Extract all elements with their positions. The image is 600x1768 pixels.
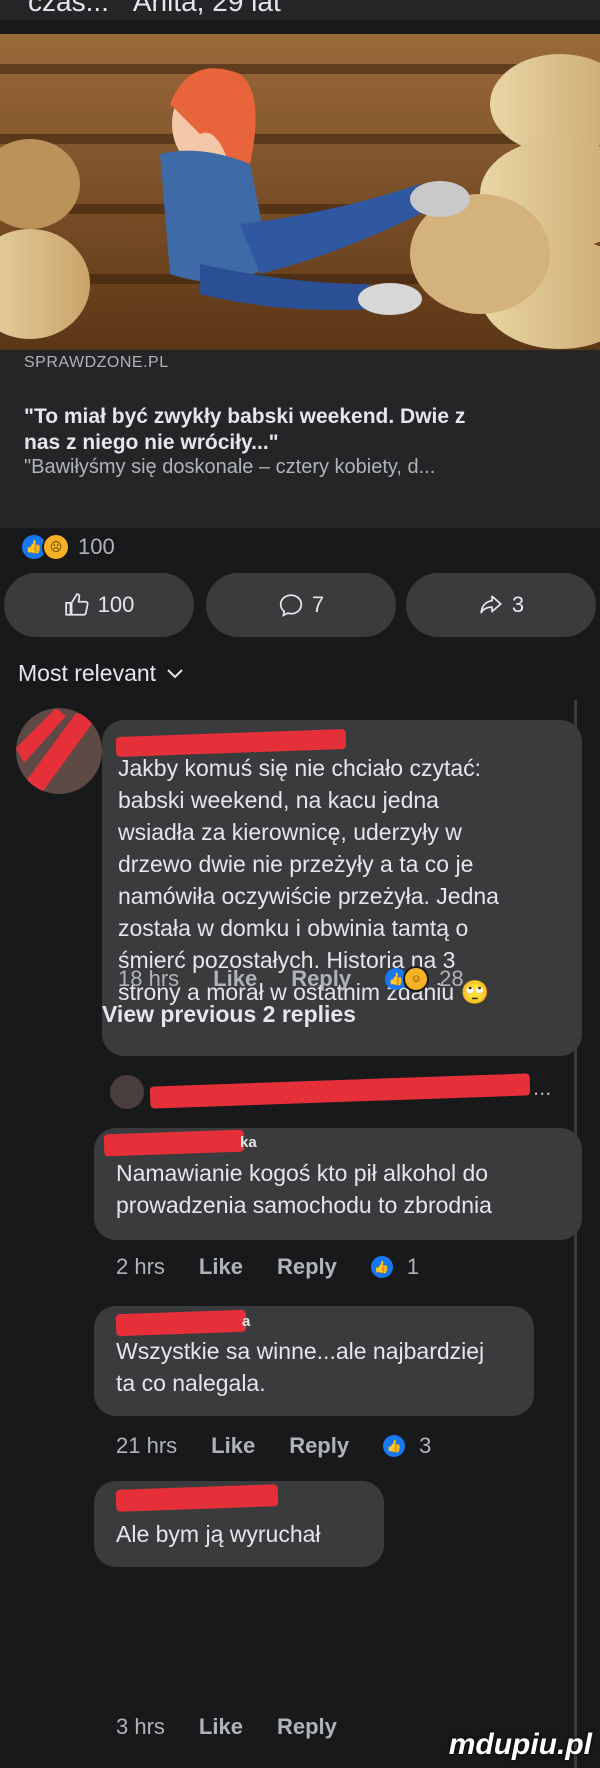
comment-line: namówiła oczywiście przeżyła. Jedna	[118, 883, 499, 909]
comment-like-link[interactable]: Like	[213, 966, 257, 992]
reply-body: Wszystkie sa winne...ale najbardziej ta …	[116, 1335, 484, 1399]
like-reaction-icon: 👍	[370, 1256, 393, 1278]
reply-like-link[interactable]: Like	[211, 1433, 255, 1459]
link-domain: SPRAWDZONE.PL	[24, 354, 169, 371]
reply-line: prowadzenia samochodu to zbrodnia	[116, 1192, 492, 1218]
reply-author-suffix: ka	[240, 1134, 257, 1151]
like-reaction-icon: 👍	[383, 1435, 406, 1457]
avatar[interactable]	[16, 708, 102, 794]
link-description: "Bawiłyśmy się doskonale – cztery kobiet…	[24, 456, 436, 478]
reply-like-link[interactable]: Like	[199, 1714, 243, 1740]
post-caption: czas... " Anita, 29 lat	[0, 0, 600, 20]
collapsed-reply-ellipsis: ...	[533, 1075, 552, 1100]
comment-meta: 18 hrs Like Reply 👍 ☺ 28	[118, 966, 464, 992]
sort-label: Most relevant	[18, 660, 157, 686]
reply-reply-link[interactable]: Reply	[277, 1254, 337, 1280]
reply-body: Namawianie kogoś kto pił alkohol do prow…	[116, 1157, 492, 1221]
reply-line: Ale bym ją wyruchał	[116, 1521, 321, 1547]
reply-meta: 2 hrs Like Reply 👍 1	[116, 1254, 419, 1280]
reply-time[interactable]: 3 hrs	[116, 1714, 165, 1740]
comment-button[interactable]: 7	[206, 573, 396, 637]
reply-reply-link[interactable]: Reply	[289, 1433, 349, 1459]
share-icon	[480, 595, 502, 614]
reply-line: Namawianie kogoś kto pił alkohol do	[116, 1160, 489, 1186]
comment-reaction-count[interactable]: 28	[439, 966, 463, 992]
comment-icon	[279, 594, 303, 617]
reply-body: Ale bym ją wyruchał	[116, 1518, 321, 1550]
reply-like-link[interactable]: Like	[199, 1254, 243, 1280]
link-title-line-1: "To miał być zwykły babski weekend. Dwie…	[24, 405, 466, 428]
like-count: 100	[97, 592, 135, 617]
post-photo-illustration	[0, 34, 600, 350]
reply-meta: 3 hrs Like Reply	[116, 1714, 337, 1740]
link-title-line-2: nas z niego nie wróciły..."	[24, 431, 279, 454]
reaction-count: 100	[78, 534, 115, 559]
reply-author-suffix: a	[242, 1313, 251, 1330]
reactions-summary[interactable]: 👍 ☹ 100	[22, 532, 115, 562]
post-caption-text: czas... " Anita, 29 lat	[28, 0, 281, 17]
avatar-redaction	[16, 708, 96, 794]
chevron-down-icon	[167, 668, 183, 678]
share-button[interactable]: 3	[406, 573, 596, 637]
reply-reaction-count[interactable]: 1	[407, 1254, 419, 1280]
reply-time[interactable]: 21 hrs	[116, 1433, 177, 1459]
view-previous-replies-link[interactable]: View previous 2 replies	[102, 1001, 356, 1028]
reply-time[interactable]: 2 hrs	[116, 1254, 165, 1280]
comment-line: Jakby komuś się nie chciało czytać:	[118, 755, 482, 781]
link-title[interactable]: "To miał być zwykły babski weekend. Dwie…	[24, 404, 584, 456]
comment-time[interactable]: 18 hrs	[118, 966, 179, 992]
sad-reaction-icon: ☹	[42, 533, 70, 561]
comment-count: 7	[311, 592, 325, 617]
comment-line: babski weekend, na kacu jedna	[118, 787, 439, 813]
share-count: 3	[511, 592, 525, 617]
comment-sort-dropdown[interactable]: Most relevant	[18, 660, 184, 687]
reply-reaction-count[interactable]: 3	[419, 1433, 431, 1459]
comment-line: drzewo dwie nie przeżyły a ta co je	[118, 851, 474, 877]
redacted-author-name	[115, 1309, 247, 1337]
like-button[interactable]: 100	[4, 573, 194, 637]
watermark: mdupiu.pl	[448, 1728, 592, 1761]
haha-reaction-icon: ☺	[403, 966, 430, 992]
comment-line: została w domku i obwinia tamtą o	[118, 915, 469, 941]
comment-reply-link[interactable]: Reply	[291, 966, 351, 992]
avatar[interactable]	[110, 1075, 144, 1109]
redacted-author-name	[149, 1073, 531, 1109]
comment-line: wsiadła za kierownicę, uderzyły w	[118, 819, 462, 845]
reply-reply-link[interactable]: Reply	[277, 1714, 337, 1740]
reply-line: Wszystkie sa winne...ale najbardziej	[116, 1338, 485, 1364]
reply-meta: 21 hrs Like Reply 👍 3	[116, 1433, 431, 1459]
post-image[interactable]	[0, 34, 600, 350]
reply-line: ta co nalegala.	[116, 1370, 266, 1396]
thumbs-up-icon	[64, 593, 89, 616]
